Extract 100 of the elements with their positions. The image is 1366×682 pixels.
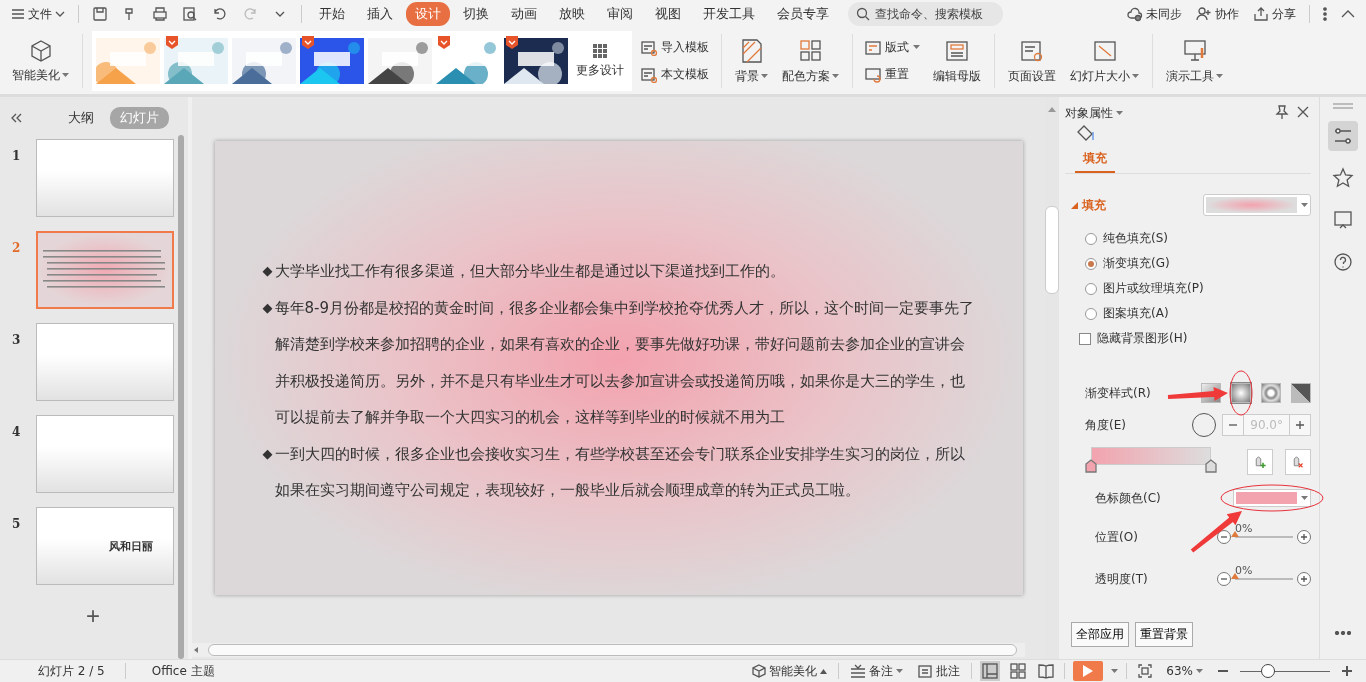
highlight-ellipse	[1229, 370, 1253, 416]
field-label: 位置(O)	[1095, 528, 1138, 546]
fit-window-icon	[1138, 664, 1153, 678]
help-icon	[1332, 251, 1354, 273]
properties-button[interactable]	[1328, 121, 1358, 151]
scrollbar[interactable]	[178, 135, 184, 659]
checkbox-label: 隐藏背景图形(H)	[1097, 330, 1188, 347]
decrease-button[interactable]	[1217, 530, 1231, 544]
close-icon	[1297, 106, 1309, 118]
bullet-icon: ◆	[262, 289, 273, 436]
slide-thumbnail[interactable]	[36, 323, 174, 401]
gradient-style-option[interactable]	[1231, 383, 1251, 403]
template-button[interactable]: 导入模板	[638, 37, 712, 58]
add-stop-icon	[1254, 453, 1266, 471]
ribbon-tab[interactable]: 插入	[358, 2, 402, 26]
ribbon-tab[interactable]: 动画	[502, 2, 546, 26]
view-button[interactable]	[980, 661, 1001, 681]
template-button[interactable]: 本文模板	[638, 64, 712, 85]
ribbon-button[interactable]: 编辑母版	[929, 35, 985, 87]
search-field[interactable]: 查找命令、搜索模板	[848, 2, 1003, 26]
panel-tab[interactable]: 大纲	[57, 107, 104, 129]
caret-icon	[62, 72, 69, 78]
save-icon	[92, 6, 108, 22]
slider-thumb[interactable]	[1261, 664, 1275, 678]
cube-icon	[28, 38, 53, 63]
template-import-icon	[641, 39, 657, 56]
toolbar-button[interactable]: 协作	[1191, 2, 1244, 26]
properties-icon	[1332, 125, 1354, 147]
slide-thumbnail[interactable]	[36, 415, 174, 493]
print-preview-icon	[182, 6, 198, 22]
slide-thumbnail[interactable]	[36, 139, 174, 217]
radio-button[interactable]	[1085, 307, 1097, 320]
increase-button[interactable]	[1297, 530, 1311, 544]
minus-icon	[1220, 575, 1228, 583]
radio-button[interactable]	[1085, 232, 1097, 245]
checkbox[interactable]	[1079, 332, 1091, 345]
ribbon-button[interactable]: 背景	[731, 35, 772, 87]
grid-icon	[593, 43, 607, 58]
ribbon-button[interactable]: 版式	[862, 37, 923, 58]
comments-button[interactable]: 批注	[914, 661, 964, 681]
ribbon-tab[interactable]: 切换	[454, 2, 498, 26]
slide-thumbnail[interactable]: 风和日丽	[36, 507, 174, 585]
toolbar-button[interactable]: 分享	[1248, 2, 1301, 26]
smart-beautify-button[interactable]: 智能美化	[749, 661, 831, 681]
theme-name: Office 主题	[150, 662, 216, 680]
radio-button[interactable]	[1085, 257, 1097, 270]
ribbon-tab[interactable]: 会员专享	[768, 2, 838, 26]
ribbon-button[interactable]: 演示工具	[1162, 35, 1227, 87]
ribbon-tab[interactable]: 放映	[550, 2, 594, 26]
ribbon-button[interactable]: 重置	[862, 64, 923, 85]
notes-button[interactable]: 备注	[847, 661, 907, 681]
ribbon-tab[interactable]: 开始	[310, 2, 354, 26]
pane-button[interactable]: 重置背景	[1135, 622, 1193, 647]
toolbar-button[interactable]: 未同步	[1122, 2, 1187, 26]
field-label: 角度(E)	[1085, 416, 1126, 434]
caret-icon	[761, 73, 768, 79]
ribbon-button[interactable]: 页面设置	[1004, 35, 1060, 87]
color-stop-icon	[1205, 459, 1217, 473]
radio-label: 纯色填充(S)	[1103, 230, 1168, 247]
ribbon-tab[interactable]: 视图	[646, 2, 690, 26]
scrollbar[interactable]	[208, 644, 1017, 656]
color-dropdown[interactable]	[1233, 489, 1311, 507]
scrollbar[interactable]	[1045, 206, 1059, 294]
print-icon	[152, 6, 168, 22]
normal-view-icon	[982, 663, 999, 679]
add-stop-button[interactable]	[1247, 449, 1273, 475]
delete-stop-button[interactable]	[1285, 449, 1311, 475]
slide-number: 3	[12, 332, 22, 347]
pane-title[interactable]: 对象属性	[1065, 105, 1113, 122]
view-button[interactable]	[1008, 661, 1029, 681]
ribbon-tab[interactable]: 开发工具	[694, 2, 764, 26]
file-menu[interactable]: 文件	[6, 2, 70, 26]
slideshow-icon	[1332, 209, 1354, 231]
zoom-dropdown[interactable]: 63%	[1163, 663, 1206, 679]
more-icon	[1323, 7, 1327, 21]
increase-button[interactable]	[1297, 572, 1311, 586]
view-button[interactable]	[1036, 661, 1057, 681]
expanded-triangle-icon	[1071, 201, 1078, 209]
play-button[interactable]	[1073, 661, 1104, 681]
more-designs-button[interactable]: 更多设计	[572, 41, 628, 81]
field-label: 色标颜色(C)	[1095, 489, 1161, 507]
slide-thumbnail[interactable]	[36, 231, 174, 309]
vip-badge-icon	[302, 36, 314, 49]
ribbon-button[interactable]: 配色方案	[778, 35, 843, 87]
vip-badge-icon	[438, 36, 450, 49]
gradient-style-option[interactable]	[1261, 383, 1281, 403]
presentation-icon	[1181, 37, 1208, 64]
decrease-button[interactable]	[1217, 572, 1231, 586]
ribbon-tab[interactable]: 审阅	[598, 2, 642, 26]
gradient-style-option[interactable]	[1291, 383, 1311, 403]
slide-number: 4	[12, 424, 22, 439]
radio-button[interactable]	[1085, 282, 1097, 295]
ribbon-button[interactable]: 幻灯片大小	[1066, 35, 1143, 87]
star-icon	[1332, 167, 1354, 189]
slider-thumb[interactable]	[1231, 573, 1239, 579]
scroll-up-icon	[1048, 107, 1056, 112]
caret-icon	[1111, 668, 1119, 674]
pane-button[interactable]: 全部应用	[1071, 622, 1129, 647]
smart-beautify-button[interactable]: 智能美化	[8, 36, 73, 86]
add-slide-button[interactable]: +	[80, 603, 106, 629]
